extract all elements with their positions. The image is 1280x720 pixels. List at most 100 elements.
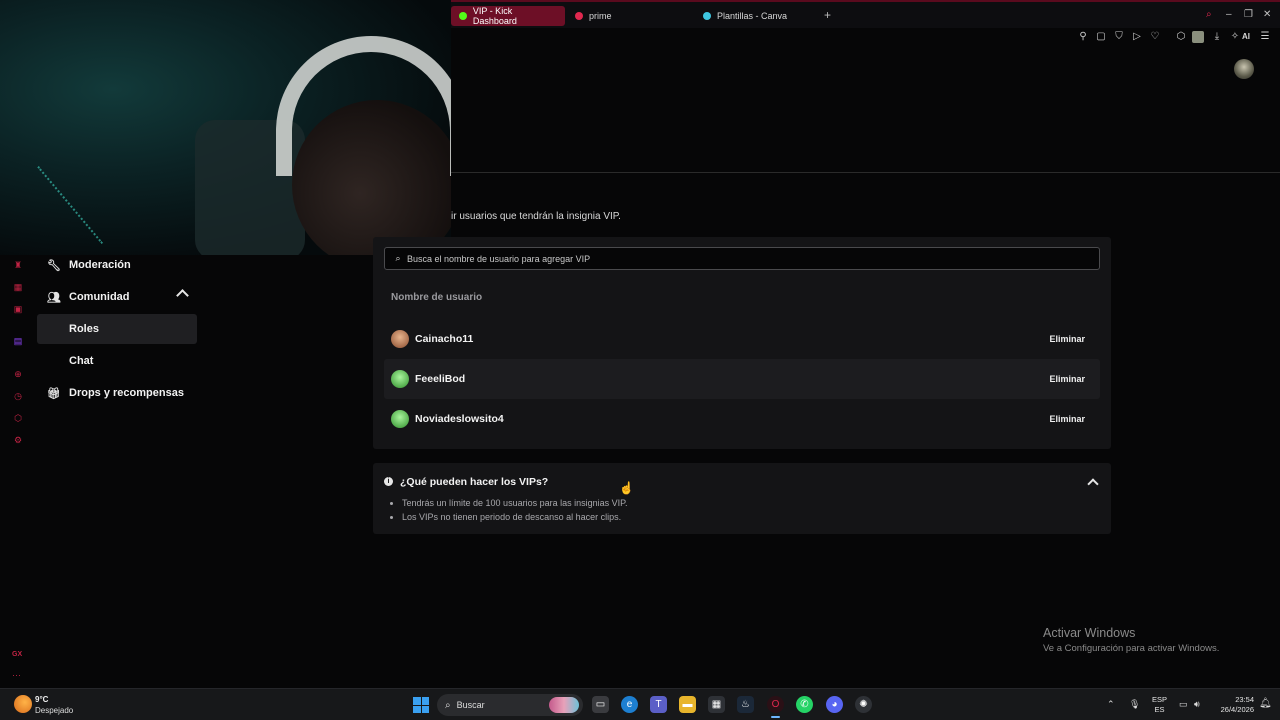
list-item: Tendrás un límite de 100 usuarios para l… xyxy=(402,496,627,510)
volume-icon[interactable]: 🔊︎ xyxy=(1194,699,1200,710)
history-icon[interactable]: ◷ xyxy=(12,391,24,401)
minimize-icon[interactable]: – xyxy=(1226,9,1232,20)
avatar xyxy=(391,410,409,428)
sidebar-item-label: Comunidad xyxy=(69,291,130,303)
weather-desc: Despejado xyxy=(35,706,74,715)
table-row: FeeeliBod Eliminar xyxy=(384,359,1100,399)
steam-icon[interactable]: ♨ xyxy=(737,696,754,713)
play-icon[interactable]: ▷ xyxy=(1131,31,1143,43)
remove-vip-button[interactable]: Eliminar xyxy=(1049,334,1085,344)
header-divider xyxy=(451,172,1280,173)
clock[interactable]: 23:54 26/4/2026 xyxy=(1214,695,1254,715)
windows-activation-watermark: Activar Windows Ve a Configuración para … xyxy=(1043,626,1219,654)
search-tabs-icon[interactable]: ⌕ xyxy=(1206,9,1212,20)
settings-icon[interactable]: ⚙ xyxy=(12,435,24,445)
table-row: Cainacho11 Eliminar xyxy=(384,319,1100,359)
avatar xyxy=(391,330,409,348)
new-tab-button[interactable]: + xyxy=(824,8,831,22)
network-icon[interactable]: ▭ xyxy=(1179,699,1188,710)
collapse-chevron-icon[interactable] xyxy=(1087,478,1099,490)
search-icon: ⌕ xyxy=(395,253,401,263)
twitch-icon[interactable]: ▤ xyxy=(12,336,24,346)
task-view-icon[interactable]: ▭ xyxy=(592,696,609,713)
tv-icon[interactable]: ▣ xyxy=(12,304,24,314)
file-explorer-icon[interactable]: ▬ xyxy=(679,696,696,713)
username: Noviadeslowsito4 xyxy=(415,413,504,425)
tab-label: Plantillas - Canva xyxy=(717,11,788,21)
vip-search-input[interactable] xyxy=(407,253,1099,264)
sidebar-item-roles[interactable]: Roles xyxy=(37,314,197,344)
sidebar-item-moderacion[interactable]: 🔧︎ Moderación xyxy=(37,250,197,280)
download-icon[interactable]: ⤓ xyxy=(1211,31,1223,43)
tab-canva[interactable]: Plantillas - Canva xyxy=(695,6,819,26)
more-icon[interactable]: ··· xyxy=(12,670,21,680)
vip-search-field[interactable]: ⌕ xyxy=(384,247,1100,270)
sidebar-item-drops[interactable]: 🎁︎ Drops y recompensas xyxy=(37,378,197,408)
hand-cursor-icon: ☝ xyxy=(619,481,634,495)
extensions-icon[interactable]: ⬡ xyxy=(1175,31,1187,43)
edge-icon[interactable]: e xyxy=(621,696,638,713)
store-icon[interactable]: ▦ xyxy=(708,696,725,713)
microphone-icon[interactable]: 🎙︎ xyxy=(1129,699,1140,710)
kick-favicon-icon xyxy=(459,12,467,20)
chevron-up-icon[interactable] xyxy=(176,289,189,302)
canva-favicon-icon xyxy=(703,12,711,20)
users-icon: 👥︎ xyxy=(47,291,61,304)
faq-title: ¿Qué pueden hacer los VIPs? xyxy=(400,476,549,488)
webcam-overlay xyxy=(0,0,451,255)
pin-icon[interactable]: ⚲ xyxy=(1077,31,1089,43)
faq-list: Tendrás un límite de 100 usuarios para l… xyxy=(402,496,627,524)
chatgpt-icon[interactable]: ✺ xyxy=(855,696,872,713)
ai-label[interactable]: AI xyxy=(1242,32,1250,41)
language-code: ESP xyxy=(1152,695,1168,704)
taskbar-search[interactable]: ⌕ Buscar xyxy=(437,694,583,716)
search-highlight-icon xyxy=(549,697,579,713)
whatsapp-icon[interactable]: ✆ xyxy=(796,696,813,713)
close-icon[interactable]: ✕ xyxy=(1263,9,1271,20)
clock-time: 23:54 xyxy=(1235,695,1254,704)
weather-icon[interactable] xyxy=(14,695,32,713)
add-icon[interactable]: ⊕ xyxy=(12,369,24,379)
wrench-icon: 🔧︎ xyxy=(47,259,61,272)
shop-icon[interactable]: ♜ xyxy=(12,260,24,270)
maximize-icon[interactable]: ❐ xyxy=(1244,9,1253,20)
remove-vip-button[interactable]: Eliminar xyxy=(1049,414,1085,424)
search-label: Buscar xyxy=(456,700,485,710)
gx-logo-icon[interactable]: GX xyxy=(12,651,22,658)
avatar[interactable] xyxy=(1234,59,1254,79)
info-icon: i xyxy=(384,477,393,486)
sidebar-item-label: Moderación xyxy=(69,259,131,271)
vip-users-card: ⌕ Nombre de usuario Cainacho11 Eliminar … xyxy=(373,237,1111,449)
watermark-subtitle: Ve a Configuración para activar Windows. xyxy=(1043,643,1220,654)
cube-icon[interactable]: ⬡ xyxy=(12,413,24,423)
sidebar-item-comunidad[interactable]: 👥︎ Comunidad xyxy=(37,282,197,312)
prime-favicon-icon xyxy=(575,12,583,20)
heart-icon[interactable]: ♡ xyxy=(1149,31,1161,43)
snapshot-icon[interactable]: ▢ xyxy=(1095,31,1107,43)
sidebar-item-chat[interactable]: Chat xyxy=(37,346,197,376)
username: Cainacho11 xyxy=(415,333,474,345)
tab-vip-kick-dashboard[interactable]: VIP - Kick Dashboard xyxy=(451,6,565,26)
sidebar-item-label: Drops y recompensas xyxy=(69,387,184,399)
shield-icon[interactable]: ⛉ xyxy=(1113,31,1125,43)
tab-label: prime xyxy=(589,11,612,21)
opera-gx-icon[interactable]: O xyxy=(767,696,784,718)
remove-vip-button[interactable]: Eliminar xyxy=(1049,374,1085,384)
windows-start-icon[interactable] xyxy=(413,697,429,713)
teams-icon[interactable]: T xyxy=(650,696,667,713)
tray-overflow-icon[interactable]: ⌃ xyxy=(1107,699,1115,710)
profile-thumbnail-icon[interactable] xyxy=(1192,31,1204,43)
language-indicator[interactable]: ESP ES xyxy=(1152,695,1167,715)
windows-taskbar: 9°C Despejado ⌕ Buscar ▭ e T ▬ ▦ ♨ O ✆ ◕… xyxy=(0,688,1280,720)
tab-label: VIP - Kick Dashboard xyxy=(472,6,517,26)
menu-icon[interactable]: ☰ xyxy=(1259,31,1271,43)
ai-sparkle-icon[interactable]: ✧ xyxy=(1229,31,1241,43)
keyboard-code: ES xyxy=(1154,705,1165,714)
discord-icon[interactable]: ◕ xyxy=(826,696,843,713)
notification-bell-icon[interactable]: 🔔︎ xyxy=(1259,698,1272,709)
tab-prime[interactable]: prime xyxy=(567,6,691,26)
weather-temp: 9°C xyxy=(35,695,49,704)
avatar xyxy=(391,370,409,388)
game-icon[interactable]: ▦ xyxy=(12,282,24,292)
watermark-title: Activar Windows xyxy=(1043,626,1136,640)
